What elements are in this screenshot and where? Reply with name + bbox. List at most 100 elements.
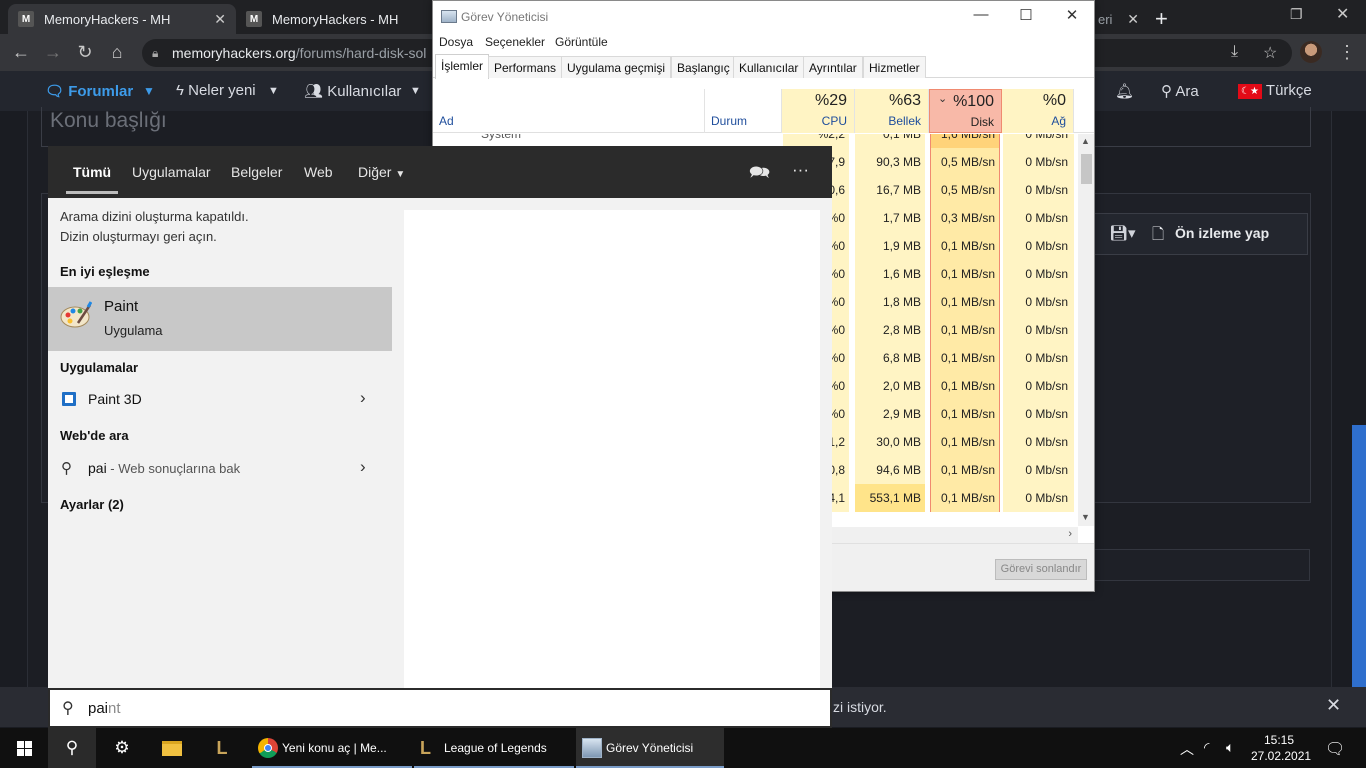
nav-forums[interactable]: 🗨︎ Forumlar — [45, 82, 133, 100]
bookmark-star-icon[interactable]: ☆ — [1263, 43, 1277, 63]
end-task-button[interactable]: Görevi sonlandır — [995, 559, 1087, 580]
process-network: 0 Mb/sn — [1003, 344, 1074, 372]
column-cpu[interactable]: %29 CPU — [782, 89, 855, 133]
browser-tab[interactable]: M MemoryHackers - MH ✕ — [8, 4, 236, 34]
volume-icon[interactable]: 🔈︎ — [1226, 739, 1234, 756]
process-disk: 0,1 MB/sn — [930, 456, 1000, 484]
search-button[interactable]: ⚲ — [48, 728, 96, 768]
tab-documents[interactable]: Belgeler — [231, 164, 282, 180]
tab-apps[interactable]: Uygulamalar — [132, 164, 211, 180]
process-table-header: Ad Durum %29 CPU %63 Bellek ⌄ %100 Disk … — [433, 89, 1094, 133]
column-name[interactable]: Ad — [433, 89, 705, 133]
restore-window-icon[interactable]: ❐ — [1290, 6, 1303, 23]
settings-header[interactable]: Ayarlar (2) — [60, 497, 124, 512]
search-icon: ⚲ — [61, 460, 72, 477]
drafts-dropdown-icon[interactable]: 💾︎▾ — [1109, 224, 1136, 242]
nav-search[interactable]: ⚲ Ara — [1161, 82, 1199, 100]
forums-dropdown-icon[interactable]: ▼ — [143, 84, 155, 98]
members-dropdown-icon[interactable]: ▼ — [410, 85, 421, 97]
scroll-thumb[interactable] — [1081, 154, 1092, 184]
tab-more[interactable]: Diğer ▼ — [358, 164, 405, 180]
preview-button[interactable]: Ön izleme yap — [1175, 225, 1269, 241]
tab-performance[interactable]: Performans — [488, 56, 563, 78]
taskbar-task-manager[interactable]: Görev Yöneticisi — [576, 728, 724, 768]
column-disk[interactable]: ⌄ %100 Disk — [929, 89, 1002, 133]
close-tab-icon[interactable]: ✕ — [1127, 11, 1139, 28]
chrome-icon — [258, 738, 278, 758]
profile-avatar[interactable] — [1300, 41, 1322, 63]
back-icon[interactable]: ← — [10, 42, 32, 63]
menu-view[interactable]: Görüntüle — [555, 35, 608, 49]
app-result-paint-3d[interactable]: Paint 3D › — [48, 384, 392, 414]
scroll-right-icon[interactable]: › — [1068, 528, 1072, 540]
column-memory[interactable]: %63 Bellek — [855, 89, 929, 133]
memory-label: Bellek — [888, 114, 921, 128]
best-match-paint[interactable]: Paint Uygulama — [48, 287, 392, 351]
settings-gear-icon[interactable]: ⚙ — [98, 728, 146, 768]
process-disk: 0,3 MB/sn — [930, 204, 1000, 232]
system-clock[interactable]: 15:15 27.02.2021 — [1251, 732, 1311, 764]
start-button[interactable] — [0, 728, 48, 768]
scroll-down-icon[interactable]: ▼ — [1081, 512, 1090, 522]
language-label: Türkçe — [1265, 82, 1312, 99]
menu-options[interactable]: Seçenekler — [485, 35, 545, 49]
tray-overflow-icon[interactable]: ︿ — [1180, 739, 1194, 759]
chevron-right-icon[interactable]: › — [360, 457, 366, 477]
menu-file[interactable]: Dosya — [439, 35, 473, 49]
url-path: /forums/hard-disk-sol — [295, 45, 427, 61]
minimize-icon[interactable]: — — [958, 6, 1004, 23]
browser-tab[interactable]: M MemoryHackers - MH — [236, 4, 433, 34]
scroll-up-icon[interactable]: ▲ — [1081, 136, 1090, 146]
tab-processes[interactable]: İşlemler — [435, 54, 490, 79]
nav-search-label: Ara — [1175, 83, 1199, 100]
tab-app-history[interactable]: Uygulama geçmişi — [561, 56, 672, 78]
language-selector[interactable]: ☾★ Türkçe — [1238, 82, 1312, 99]
tab-startup[interactable]: Başlangıç — [671, 56, 736, 78]
nav-members[interactable]: 👥︎ Kullanıcılar — [304, 82, 401, 100]
page-scrollbar[interactable] — [1352, 425, 1366, 703]
more-options-icon[interactable]: ··· — [792, 160, 809, 180]
home-icon[interactable]: ⌂ — [106, 42, 128, 63]
column-status[interactable]: Durum — [705, 89, 782, 133]
process-memory: 90,3 MB — [855, 148, 925, 176]
chevron-right-icon[interactable]: › — [360, 388, 366, 408]
browser-menu-icon[interactable]: ⋮ — [1338, 42, 1356, 63]
forward-icon[interactable]: → — [42, 42, 64, 63]
search-input[interactable]: ⚲ paint — [48, 688, 832, 728]
tab-web[interactable]: Web — [304, 164, 333, 180]
nav-whats-new[interactable]: ϟ Neler yeni — [176, 82, 256, 99]
reenable-index-link[interactable]: Dizin oluşturmayı geri açın. — [60, 229, 217, 244]
close-icon[interactable]: ✕ — [1049, 6, 1095, 24]
web-result[interactable]: ⚲ pai - Web sonuçlarına bak › — [48, 453, 392, 483]
close-window-icon[interactable]: ✕ — [1336, 4, 1349, 24]
process-disk: 0,1 MB/sn — [930, 260, 1000, 288]
file-explorer-icon[interactable] — [148, 728, 196, 768]
maximize-icon[interactable]: ☐ — [1003, 6, 1049, 24]
column-network[interactable]: %0 Ağ — [1002, 89, 1074, 133]
tab-all[interactable]: Tümü — [65, 164, 119, 194]
task-manager-titlebar[interactable]: Görev Yöneticisi — ☐ ✕ — [433, 1, 1094, 32]
tab-users[interactable]: Kullanıcılar — [733, 56, 805, 78]
tab-details[interactable]: Ayrıntılar — [803, 56, 863, 78]
browser-tab[interactable]: eri ✕ — [1095, 4, 1145, 34]
close-notification-icon[interactable]: ✕ — [1326, 695, 1341, 716]
process-list-scrollbar[interactable]: ▲ ▼ — [1078, 134, 1094, 526]
web-query: pai — [88, 460, 107, 476]
notifications-icon[interactable]: 🗨︎ — [1325, 739, 1345, 759]
reload-icon[interactable]: ↻ — [74, 42, 96, 63]
league-client-icon[interactable]: L — [198, 728, 246, 768]
bell-icon[interactable]: 🔔︎ — [1115, 82, 1134, 100]
web-result-label: pai - Web sonuçlarına bak — [88, 460, 240, 476]
taskbar-chrome[interactable]: Yeni konu aç | Me... — [252, 728, 412, 768]
process-memory: 1,8 MB — [855, 288, 925, 316]
close-tab-icon[interactable]: ✕ — [214, 11, 226, 28]
install-app-icon[interactable]: ⤓ — [1231, 43, 1238, 61]
tab-services[interactable]: Hizmetler — [863, 56, 926, 78]
wifi-icon[interactable]: ◜ — [1204, 739, 1209, 756]
new-tab-icon[interactable]: + — [1155, 6, 1168, 32]
feedback-icon[interactable]: 🗪︎ — [749, 160, 770, 189]
process-network: 0 Mb/sn — [1003, 176, 1074, 204]
whats-new-dropdown-icon[interactable]: ▼ — [268, 85, 279, 97]
taskbar-league[interactable]: L League of Legends — [414, 728, 574, 768]
windows-search-panel: Tümü Uygulamalar Belgeler Web Diğer ▼ 🗪︎… — [48, 146, 832, 688]
